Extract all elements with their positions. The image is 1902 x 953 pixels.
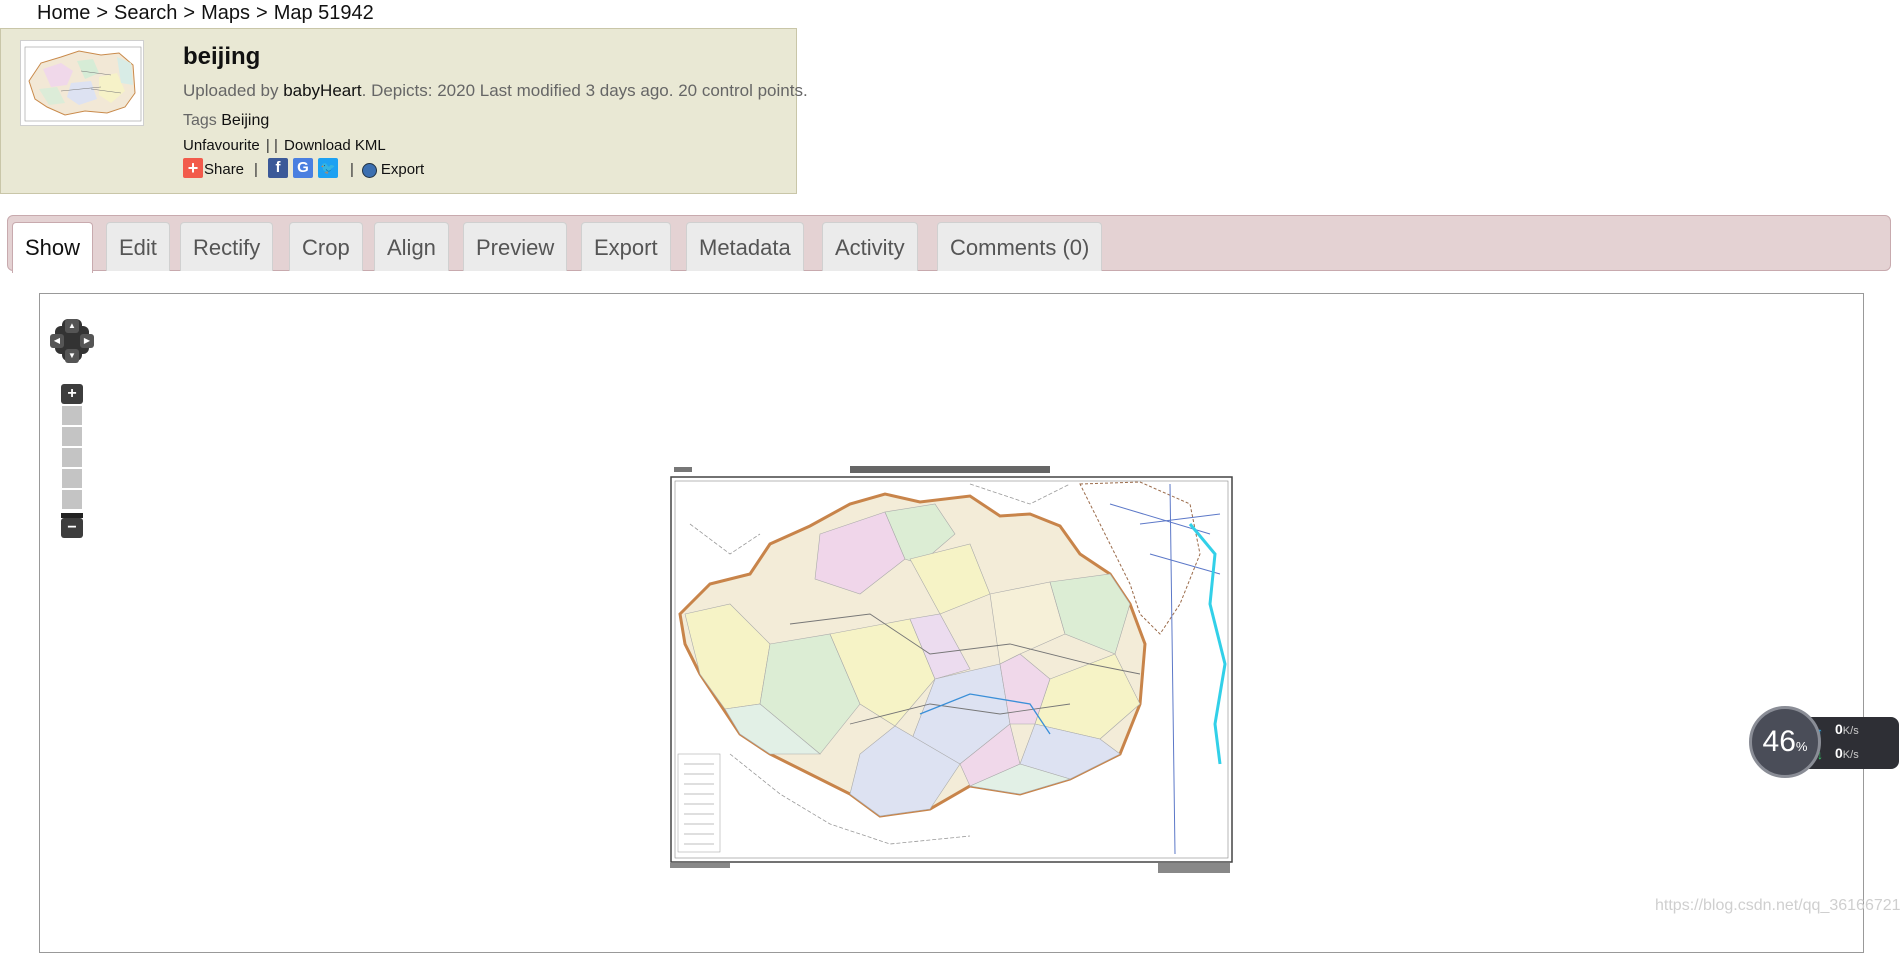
pan-control[interactable]: ▲ ▼ ◀ ▶ [49,317,95,367]
breadcrumb-separator: > [183,2,196,24]
upload-rate-value: 0 [1835,721,1843,737]
zoom-control: + − [61,384,83,538]
pan-left-icon[interactable]: ◀ [50,334,64,348]
share-link[interactable]: Share [204,161,244,178]
uploaded-prefix: Uploaded by [183,81,284,100]
export-link[interactable]: Export [381,161,424,178]
tab-preview[interactable]: Preview [463,222,568,271]
tag-link[interactable]: Beijing [221,112,269,129]
tab-show[interactable]: Show [12,222,94,273]
usage-percent: 46 [1762,725,1796,758]
tab-comments[interactable]: Comments (0) [937,222,1103,271]
breadcrumb-separator: > [256,2,268,24]
tags-label: Tags [183,112,222,129]
zoom-level[interactable] [62,406,82,425]
upload-rate: 0K/s [1835,721,1859,737]
zoom-level[interactable] [62,490,82,509]
share-bar: + Share | f G 🐦 | Export [183,158,424,178]
tab-export[interactable]: Export [581,222,671,271]
network-speed-widget[interactable]: ↑ 0K/s ↓ 0K/s 46% [1749,706,1899,779]
export-separator: | [349,161,354,178]
map-title: beijing [183,43,261,70]
upload-rate-unit: K/s [1842,725,1859,737]
map-meta: Uploaded by babyHeart. Depicts: 2020 Las… [183,81,808,101]
twitter-icon[interactable]: 🐦 [317,158,338,178]
tab-activity[interactable]: Activity [822,222,918,271]
zoom-out-button[interactable]: − [61,518,83,538]
tab-align[interactable]: Align [374,222,449,271]
breadcrumb-maps-link[interactable]: Maps [201,2,250,24]
watermark: https://blog.csdn.net/qq_36166721 [1655,897,1901,914]
map-action-links: Unfavourite | | Download KML [183,137,386,154]
globe-icon [361,163,377,178]
zoom-level[interactable] [62,469,82,488]
download-rate-unit: K/s [1842,749,1859,761]
zoom-in-button[interactable]: + [61,384,83,404]
tab-edit[interactable]: Edit [106,222,170,271]
breadcrumb-current: Map 51942 [273,2,374,24]
map-details: . Depicts: 2020 Last modified 3 days ago… [361,81,808,100]
zoom-level[interactable] [62,448,82,467]
tab-rectify[interactable]: Rectify [180,222,274,271]
download-kml-link[interactable]: Download KML [284,137,386,154]
map-tags: Tags Beijing [183,112,269,130]
uploader-link[interactable]: babyHeart [283,81,361,100]
map-image[interactable] [670,464,1233,876]
pan-up-icon[interactable]: ▲ [65,319,79,333]
breadcrumb-search-link[interactable]: Search [114,2,177,24]
download-rate-value: 0 [1835,745,1843,761]
tab-crop[interactable]: Crop [289,222,363,271]
tab-metadata[interactable]: Metadata [686,222,804,271]
link-separator: | | [265,137,278,154]
download-rate: 0K/s [1835,745,1859,761]
share-separator: | [254,161,258,178]
facebook-icon[interactable]: f [267,158,288,178]
plus-square-icon[interactable]: + [183,158,203,178]
google-icon[interactable]: G [292,158,313,178]
unfavourite-link[interactable]: Unfavourite [183,137,260,154]
breadcrumb-separator: > [96,2,109,24]
usage-dial: 46% [1749,706,1821,778]
breadcrumb-home-link[interactable]: Home [37,2,90,24]
pan-down-icon[interactable]: ▼ [65,349,79,363]
map-thumbnail[interactable] [20,40,144,126]
map-info-panel: beijing Uploaded by babyHeart. Depicts: … [0,28,808,194]
usage-percent-unit: % [1795,739,1808,754]
pan-right-icon[interactable]: ▶ [80,334,94,348]
breadcrumb: Home > Search > Maps > Map 51942 [37,2,374,25]
tab-bar: Show Edit Rectify Crop Align Preview Exp… [7,215,1891,273]
zoom-level[interactable] [62,427,82,446]
